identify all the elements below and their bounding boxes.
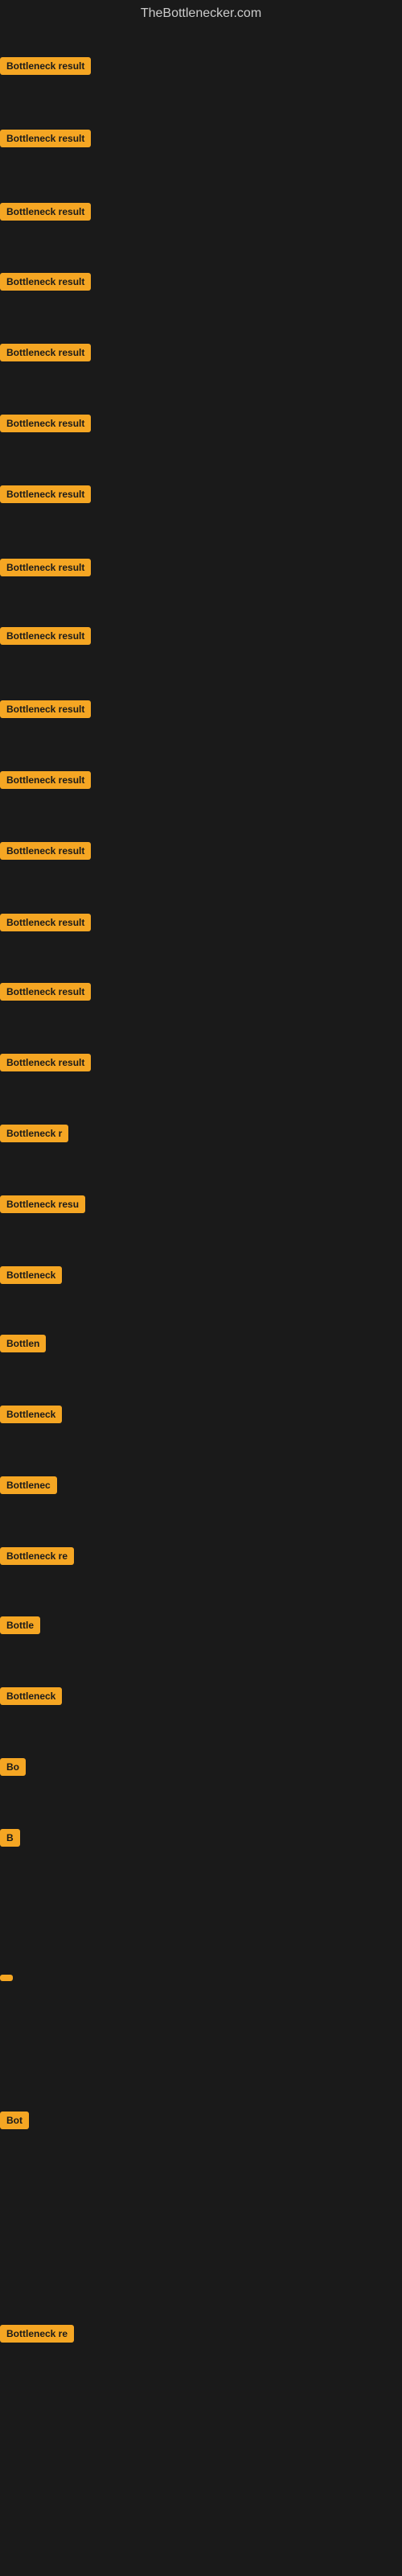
- bottleneck-badge: [0, 1975, 13, 1981]
- list-item: Bottleneck: [0, 1266, 62, 1288]
- list-item: Bottleneck re: [0, 2325, 74, 2347]
- bottleneck-badge: Bottleneck result: [0, 983, 91, 1001]
- bottleneck-badge: Bottlenec: [0, 1476, 57, 1494]
- bottleneck-badge: Bottleneck result: [0, 130, 91, 147]
- bottleneck-badge: Bottleneck result: [0, 344, 91, 361]
- bottleneck-badge: Bottlen: [0, 1335, 46, 1352]
- list-item: Bottleneck result: [0, 344, 91, 365]
- list-item: Bottlenec: [0, 1476, 57, 1498]
- bottleneck-badge: Bottleneck: [0, 1687, 62, 1705]
- bottleneck-badge: Bottleneck result: [0, 700, 91, 718]
- list-item: Bottleneck result: [0, 983, 91, 1005]
- bottleneck-badge: Bottleneck re: [0, 1547, 74, 1565]
- list-item: Bottleneck result: [0, 559, 91, 580]
- bottleneck-badge: Bottleneck result: [0, 559, 91, 576]
- list-item: Bottleneck re: [0, 1547, 74, 1569]
- bottleneck-badge: Bottleneck result: [0, 1054, 91, 1071]
- list-item: Bottleneck result: [0, 203, 91, 225]
- list-item: Bottleneck result: [0, 415, 91, 436]
- bottleneck-badge: Bottleneck resu: [0, 1195, 85, 1213]
- site-title: TheBottlenecker.com: [0, 0, 402, 31]
- list-item: Bottlen: [0, 1335, 46, 1356]
- bottleneck-badge: Bottleneck r: [0, 1125, 68, 1142]
- list-item: Bottleneck result: [0, 700, 91, 722]
- bottleneck-badge: Bottleneck result: [0, 273, 91, 291]
- bottleneck-badge: Bottleneck result: [0, 57, 91, 75]
- list-item: Bottleneck resu: [0, 1195, 85, 1217]
- list-item: Bottleneck: [0, 1687, 62, 1709]
- list-item: [0, 1971, 13, 1985]
- bottleneck-badge: Bottleneck re: [0, 2325, 74, 2343]
- list-item: Bottleneck result: [0, 57, 91, 79]
- list-item: Bottleneck result: [0, 273, 91, 295]
- bottleneck-badge: Bottleneck: [0, 1406, 62, 1423]
- list-item: Bottleneck result: [0, 627, 91, 649]
- list-item: Bottleneck result: [0, 485, 91, 507]
- list-item: Bottleneck result: [0, 771, 91, 793]
- bottleneck-badge: Bottleneck result: [0, 485, 91, 503]
- bottleneck-badge: Bottleneck result: [0, 771, 91, 789]
- bottleneck-badge: Bottleneck result: [0, 842, 91, 860]
- bottleneck-badge: Bot: [0, 2112, 29, 2129]
- list-item: Bottleneck r: [0, 1125, 68, 1146]
- list-item: Bottleneck result: [0, 914, 91, 935]
- bottleneck-badge: Bottleneck result: [0, 203, 91, 221]
- list-item: Bottleneck result: [0, 1054, 91, 1075]
- bottleneck-badge: Bottleneck: [0, 1266, 62, 1284]
- list-item: Bottleneck result: [0, 130, 91, 151]
- bottleneck-badge: Bottle: [0, 1616, 40, 1634]
- bottleneck-badge: Bottleneck result: [0, 415, 91, 432]
- bottleneck-badge: Bo: [0, 1758, 26, 1776]
- bottleneck-badge: Bottleneck result: [0, 914, 91, 931]
- list-item: Bottleneck: [0, 1406, 62, 1427]
- bottleneck-badge: B: [0, 1829, 20, 1847]
- list-item: B: [0, 1829, 20, 1851]
- list-item: Bottleneck result: [0, 842, 91, 864]
- list-item: Bo: [0, 1758, 26, 1780]
- list-item: Bottle: [0, 1616, 40, 1638]
- list-item: Bot: [0, 2112, 29, 2133]
- bottleneck-badge: Bottleneck result: [0, 627, 91, 645]
